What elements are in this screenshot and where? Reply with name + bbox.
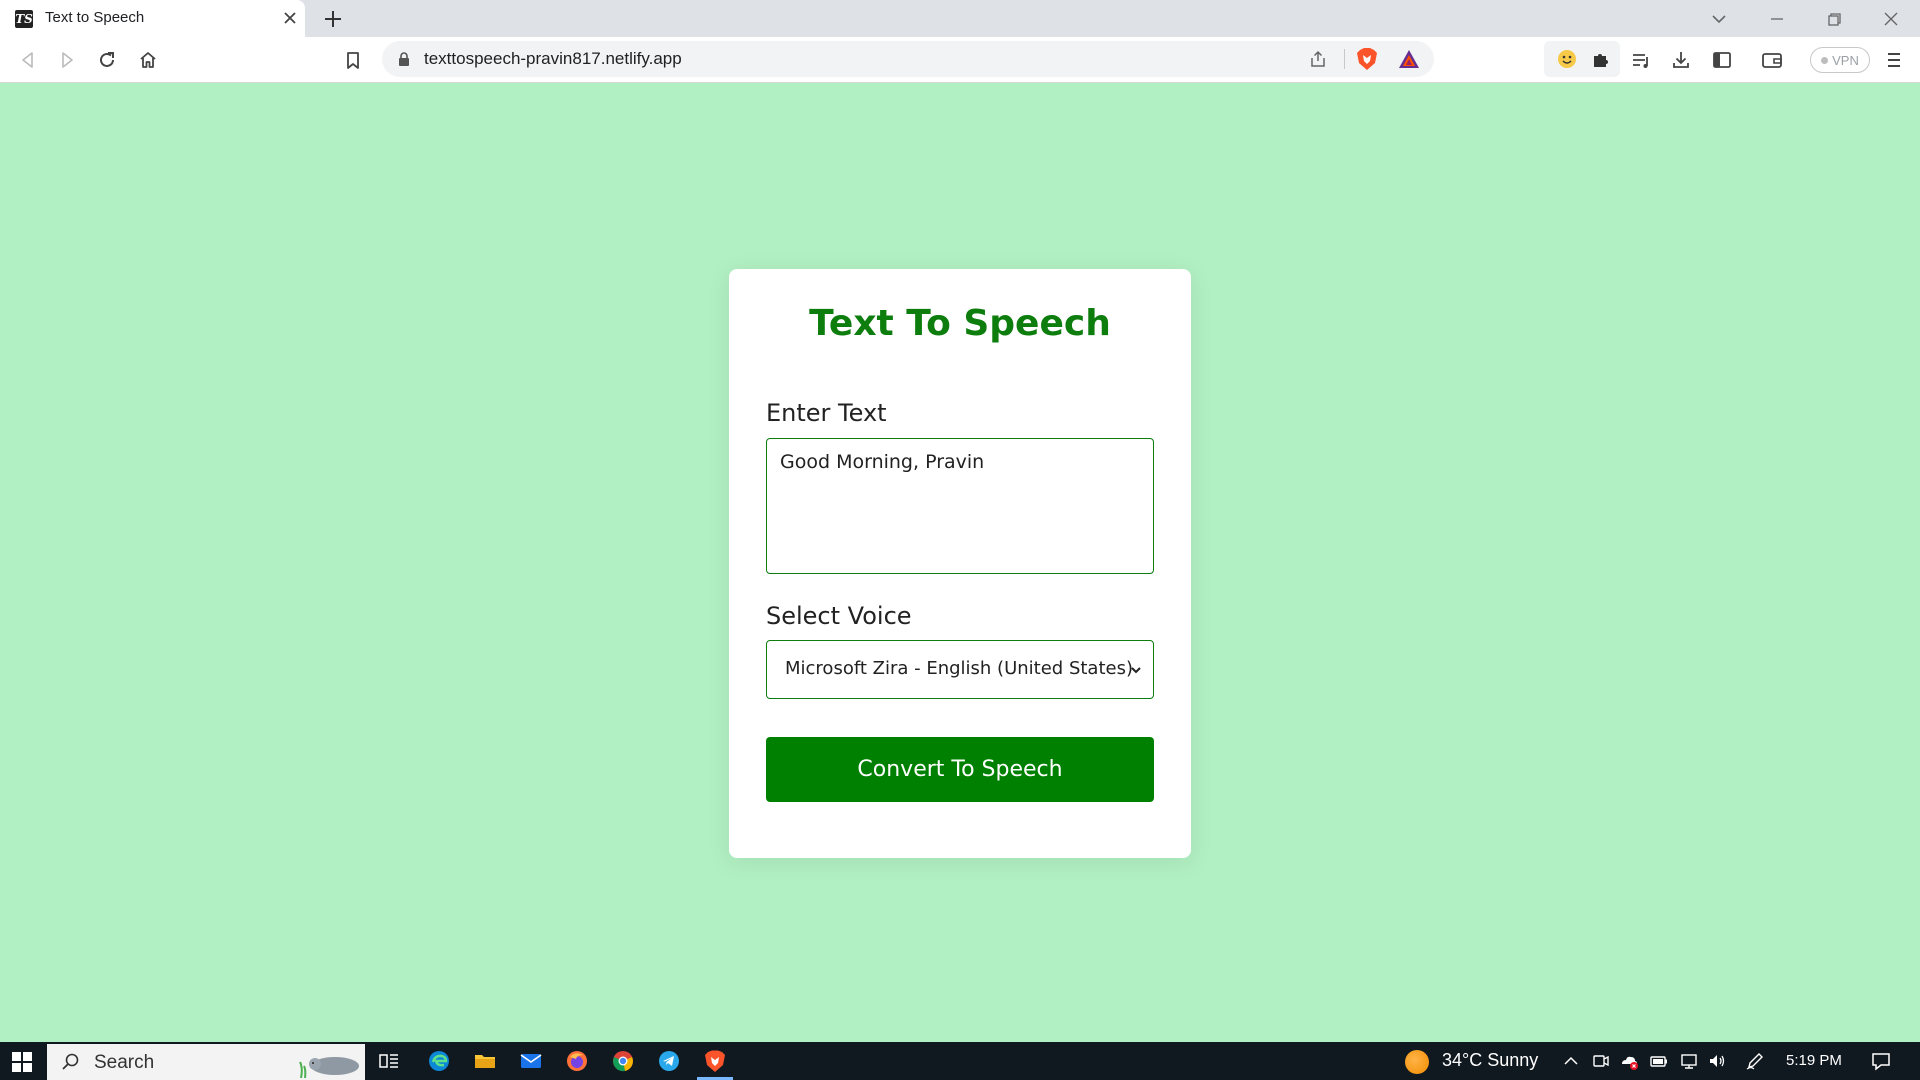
network-icon[interactable] [1679,1051,1699,1071]
new-tab-icon[interactable] [320,6,346,32]
puzzle-extensions-icon[interactable] [1590,48,1612,70]
tab-favicon-icon: TS [15,10,33,28]
chrome-icon[interactable] [611,1049,635,1073]
search-placeholder: Search [94,1052,155,1073]
volume-icon[interactable] [1707,1051,1727,1071]
taskbar: Search 34°C Sunny 5:19 PM [0,1042,1920,1080]
edge-icon[interactable] [427,1049,451,1073]
page-title: Text To Speech [809,303,1111,344]
firefox-icon[interactable] [565,1049,589,1073]
minimize-icon[interactable] [1764,6,1790,32]
tab-search-chevron-icon[interactable] [1706,6,1732,32]
lock-icon[interactable] [396,51,412,67]
url-text[interactable]: texttospeech-pravin817.netlify.app [424,49,682,69]
extensions-group [1544,41,1620,77]
text-input[interactable]: Good Morning, Pravin [766,438,1154,574]
reload-icon[interactable] [95,48,119,72]
chevron-down-icon [1131,667,1141,674]
download-icon[interactable] [1669,48,1693,72]
tab-title: Text to Speech [45,9,145,26]
search-icon [62,1053,79,1070]
tts-card: Text To Speech Enter Text Good Morning, … [729,269,1191,858]
meet-now-icon[interactable] [1591,1051,1611,1071]
close-tab-icon[interactable] [280,8,300,28]
manatee-search-highlight-icon [299,1057,359,1078]
pen-workspace-icon[interactable] [1745,1051,1765,1071]
onedrive-error-icon[interactable] [1619,1051,1639,1071]
file-explorer-icon[interactable] [473,1049,497,1073]
taskbar-search[interactable]: Search [47,1044,365,1080]
windows-start-icon[interactable] [12,1052,32,1072]
share-icon[interactable] [1308,49,1328,69]
task-view-icon[interactable] [377,1049,401,1073]
restore-icon[interactable] [1821,6,1847,32]
browser-toolbar: texttospeech-pravin817.netlify.app VPN [0,37,1920,83]
select-voice-label: Select Voice [766,602,912,630]
show-hidden-icons-chevron-icon[interactable] [1561,1051,1581,1071]
brave-browser-icon[interactable] [703,1049,727,1073]
weather-sun-icon[interactable] [1405,1050,1429,1074]
vpn-status-dot [1821,56,1829,64]
tab-strip: TS Text to Speech [0,0,1920,37]
wallet-icon[interactable] [1760,48,1784,72]
back-icon[interactable] [16,48,40,72]
mail-icon[interactable] [519,1049,543,1073]
brave-shields-icon[interactable] [1356,47,1378,71]
bookmark-icon[interactable] [341,48,365,72]
taskbar-clock[interactable]: 5:19 PM [1786,1052,1842,1069]
telegram-icon[interactable] [657,1049,681,1073]
brave-rewards-icon[interactable] [1398,48,1420,70]
home-icon[interactable] [136,48,160,72]
omnibox-divider [1344,49,1345,69]
weather-text[interactable]: 34°C Sunny [1442,1050,1538,1071]
vpn-button[interactable]: VPN [1810,47,1870,73]
convert-to-speech-button[interactable]: Convert To Speech [766,737,1154,802]
address-bar[interactable]: texttospeech-pravin817.netlify.app [382,41,1434,77]
enter-text-label: Enter Text [766,399,887,427]
forward-icon[interactable] [55,48,79,72]
battery-icon[interactable] [1649,1051,1669,1071]
close-window-icon[interactable] [1878,6,1904,32]
vpn-label: VPN [1832,52,1859,68]
menu-icon[interactable] [1882,48,1906,72]
notifications-icon[interactable] [1870,1050,1892,1072]
media-playlist-icon[interactable] [1629,48,1653,72]
browser-tab[interactable]: TS Text to Speech [0,0,305,37]
sidebar-icon[interactable] [1710,48,1734,72]
voice-select[interactable]: Microsoft Zira - English (United States) [766,640,1154,699]
emoji-extension-icon[interactable] [1556,48,1578,70]
voice-select-value: Microsoft Zira - English (United States) [785,658,1133,679]
